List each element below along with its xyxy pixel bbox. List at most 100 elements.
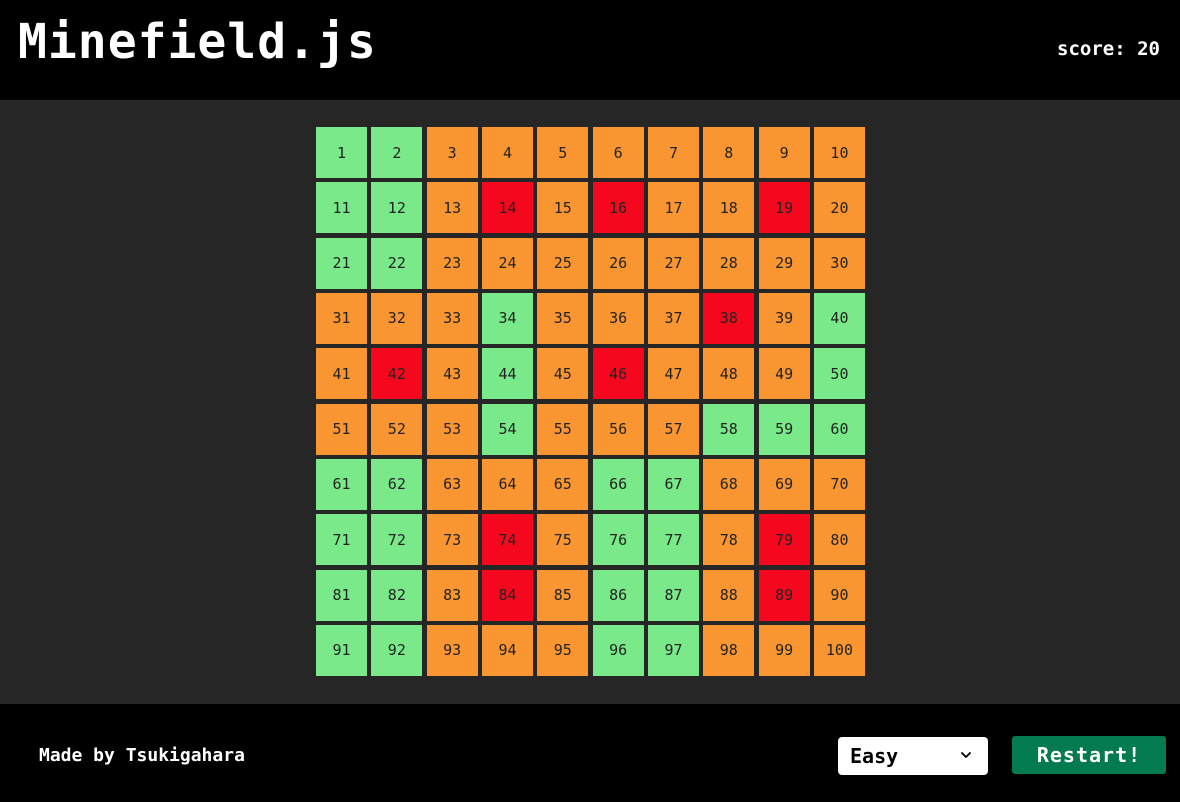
minefield-cell-28[interactable]: 28 [703, 237, 755, 289]
minefield-cell-71[interactable]: 71 [316, 514, 367, 566]
minefield-cell-49[interactable]: 49 [758, 348, 810, 400]
minefield-cell-75[interactable]: 75 [537, 514, 589, 566]
minefield-cell-62[interactable]: 62 [371, 458, 423, 510]
minefield-cell-88[interactable]: 88 [703, 569, 755, 621]
minefield-cell-83[interactable]: 83 [426, 569, 478, 621]
minefield-cell-13[interactable]: 13 [426, 182, 478, 234]
minefield-cell-65[interactable]: 65 [537, 458, 589, 510]
minefield-cell-60[interactable]: 60 [813, 403, 865, 455]
minefield-cell-45[interactable]: 45 [537, 348, 589, 400]
minefield-cell-98[interactable]: 98 [703, 624, 755, 676]
minefield-cell-23[interactable]: 23 [426, 237, 478, 289]
minefield-cell-39[interactable]: 39 [758, 292, 810, 344]
minefield-cell-46[interactable]: 46 [592, 348, 644, 400]
minefield-cell-5[interactable]: 5 [537, 127, 589, 178]
minefield-cell-64[interactable]: 64 [481, 458, 533, 510]
minefield-cell-57[interactable]: 57 [647, 403, 699, 455]
minefield-cell-53[interactable]: 53 [426, 403, 478, 455]
minefield-cell-36[interactable]: 36 [592, 292, 644, 344]
minefield-cell-18[interactable]: 18 [703, 182, 755, 234]
minefield-cell-90[interactable]: 90 [813, 569, 865, 621]
minefield-cell-61[interactable]: 61 [316, 458, 367, 510]
minefield-cell-67[interactable]: 67 [647, 458, 699, 510]
minefield-cell-77[interactable]: 77 [647, 514, 699, 566]
minefield-cell-43[interactable]: 43 [426, 348, 478, 400]
minefield-cell-68[interactable]: 68 [703, 458, 755, 510]
minefield-cell-19[interactable]: 19 [758, 182, 810, 234]
minefield-cell-37[interactable]: 37 [647, 292, 699, 344]
minefield-cell-9[interactable]: 9 [758, 127, 810, 178]
minefield-cell-11[interactable]: 11 [316, 182, 367, 234]
minefield-cell-21[interactable]: 21 [316, 237, 367, 289]
minefield-cell-84[interactable]: 84 [481, 569, 533, 621]
minefield-cell-81[interactable]: 81 [316, 569, 367, 621]
minefield-cell-40[interactable]: 40 [813, 292, 865, 344]
minefield-cell-27[interactable]: 27 [647, 237, 699, 289]
minefield-cell-14[interactable]: 14 [481, 182, 533, 234]
minefield-cell-74[interactable]: 74 [481, 514, 533, 566]
minefield-cell-50[interactable]: 50 [813, 348, 865, 400]
minefield-cell-93[interactable]: 93 [426, 624, 478, 676]
difficulty-select[interactable]: Easy [838, 737, 988, 775]
minefield-cell-89[interactable]: 89 [758, 569, 810, 621]
minefield-cell-32[interactable]: 32 [371, 292, 423, 344]
minefield-cell-80[interactable]: 80 [813, 514, 865, 566]
minefield-cell-100[interactable]: 100 [813, 624, 865, 676]
minefield-cell-59[interactable]: 59 [758, 403, 810, 455]
minefield-cell-70[interactable]: 70 [813, 458, 865, 510]
minefield-cell-30[interactable]: 30 [813, 237, 865, 289]
minefield-cell-41[interactable]: 41 [316, 348, 367, 400]
minefield-cell-79[interactable]: 79 [758, 514, 810, 566]
minefield-cell-42[interactable]: 42 [371, 348, 423, 400]
minefield-cell-58[interactable]: 58 [703, 403, 755, 455]
minefield-cell-91[interactable]: 91 [316, 624, 367, 676]
minefield-cell-56[interactable]: 56 [592, 403, 644, 455]
minefield-cell-12[interactable]: 12 [371, 182, 423, 234]
minefield-cell-69[interactable]: 69 [758, 458, 810, 510]
minefield-cell-2[interactable]: 2 [371, 127, 423, 178]
minefield-cell-15[interactable]: 15 [537, 182, 589, 234]
minefield-cell-97[interactable]: 97 [647, 624, 699, 676]
minefield-cell-34[interactable]: 34 [481, 292, 533, 344]
minefield-cell-86[interactable]: 86 [592, 569, 644, 621]
minefield-cell-82[interactable]: 82 [371, 569, 423, 621]
minefield-cell-95[interactable]: 95 [537, 624, 589, 676]
minefield-cell-7[interactable]: 7 [647, 127, 699, 178]
minefield-cell-1[interactable]: 1 [316, 127, 367, 178]
minefield-cell-94[interactable]: 94 [481, 624, 533, 676]
minefield-cell-87[interactable]: 87 [647, 569, 699, 621]
minefield-cell-47[interactable]: 47 [647, 348, 699, 400]
minefield-cell-22[interactable]: 22 [371, 237, 423, 289]
minefield-cell-48[interactable]: 48 [703, 348, 755, 400]
minefield-cell-73[interactable]: 73 [426, 514, 478, 566]
minefield-cell-72[interactable]: 72 [371, 514, 423, 566]
minefield-cell-92[interactable]: 92 [371, 624, 423, 676]
minefield-cell-4[interactable]: 4 [481, 127, 533, 178]
minefield-cell-8[interactable]: 8 [703, 127, 755, 178]
minefield-cell-44[interactable]: 44 [481, 348, 533, 400]
minefield-cell-85[interactable]: 85 [537, 569, 589, 621]
minefield-cell-29[interactable]: 29 [758, 237, 810, 289]
minefield-cell-24[interactable]: 24 [481, 237, 533, 289]
minefield-cell-54[interactable]: 54 [481, 403, 533, 455]
minefield-cell-10[interactable]: 10 [813, 127, 865, 178]
minefield-cell-52[interactable]: 52 [371, 403, 423, 455]
minefield-cell-31[interactable]: 31 [316, 292, 367, 344]
minefield-cell-26[interactable]: 26 [592, 237, 644, 289]
minefield-cell-16[interactable]: 16 [592, 182, 644, 234]
minefield-cell-63[interactable]: 63 [426, 458, 478, 510]
minefield-cell-51[interactable]: 51 [316, 403, 367, 455]
minefield-cell-25[interactable]: 25 [537, 237, 589, 289]
minefield-cell-76[interactable]: 76 [592, 514, 644, 566]
minefield-cell-6[interactable]: 6 [592, 127, 644, 178]
minefield-cell-33[interactable]: 33 [426, 292, 478, 344]
minefield-cell-78[interactable]: 78 [703, 514, 755, 566]
minefield-cell-96[interactable]: 96 [592, 624, 644, 676]
minefield-cell-38[interactable]: 38 [703, 292, 755, 344]
restart-button[interactable]: Restart! [1012, 736, 1166, 774]
minefield-cell-20[interactable]: 20 [813, 182, 865, 234]
minefield-cell-55[interactable]: 55 [537, 403, 589, 455]
minefield-cell-99[interactable]: 99 [758, 624, 810, 676]
minefield-cell-3[interactable]: 3 [426, 127, 478, 178]
minefield-cell-66[interactable]: 66 [592, 458, 644, 510]
